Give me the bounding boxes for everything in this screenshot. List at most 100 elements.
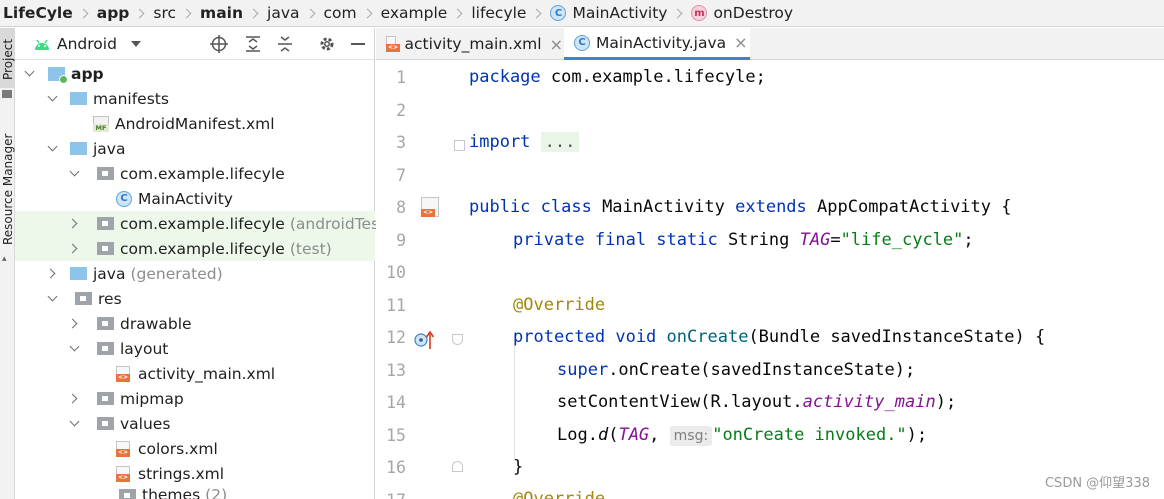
code-line-3[interactable]: import ... [469,132,580,152]
crumb-com[interactable]: com [324,4,357,22]
crumb-package[interactable]: lifecyle [471,4,526,22]
tree-item-layout[interactable]: layout [15,336,375,361]
locate-icon[interactable] [210,35,228,53]
crumb-class[interactable]: C MainActivity [550,4,667,22]
tab-label: activity_main.xml [404,35,542,53]
tab-main-activity-java[interactable]: C MainActivity.java × [564,28,750,60]
tree-item-colors-xml[interactable]: colors.xml [15,436,375,461]
tree-label-suffix: (test) [289,239,332,258]
chevron-down-icon[interactable] [69,341,80,352]
code-line-9[interactable]: private final static String TAG="life_cy… [513,230,974,250]
chevron-down-icon[interactable] [69,416,80,427]
folder-icon [97,317,114,330]
tree-item-java-generated[interactable]: java (generated) [15,261,375,286]
tree-label: values [120,414,171,433]
fold-expand-icon[interactable] [454,140,465,151]
tree-label: java [93,139,126,158]
crumb-example[interactable]: example [381,4,448,22]
xml-file-icon [386,36,401,52]
crumb-java[interactable]: java [267,4,299,22]
package-icon [97,242,114,255]
line-gutter: 1 2 3 7 8 9 10 11 12 13 14 15 16 17 [376,61,466,499]
expand-all-icon[interactable] [244,35,262,53]
tree-label: drawable [120,314,192,333]
manifest-file-icon [93,115,109,132]
indent-guide [514,334,515,459]
tree-item-package-android-test[interactable]: com.example.lifecyle (androidTest) [15,211,391,236]
tree-item-package-main[interactable]: com.example.lifecyle [15,161,375,186]
project-panel: Android app manifests AndroidManifest.xm… [15,28,391,499]
code-line-13[interactable]: super.onCreate(savedInstanceState); [557,360,915,380]
minimize-icon[interactable] [349,35,367,53]
line-number: 8 [396,198,406,217]
code-line-14[interactable]: setContentView(R.layout.activity_main); [557,392,956,412]
watermark: CSDN @仰望338 [1044,476,1150,491]
crumb-method[interactable]: m onDestroy [691,4,793,22]
tree-item-values[interactable]: values [15,411,375,436]
override-gutter-icon[interactable] [414,329,438,351]
line-number: 16 [386,458,406,477]
code-line-15[interactable]: Log.d(TAG, msg: "onCreate invoked."); [557,425,927,446]
crumb-project[interactable]: LifeCyle [3,4,73,22]
tree-item-activity-main-xml[interactable]: activity_main.xml [15,361,375,386]
chevron-right-icon[interactable] [67,243,78,254]
code-line-1[interactable]: package com.example.lifecyle; [469,67,766,87]
tree-item-themes[interactable]: themes (2) [15,486,375,499]
tree-item-package-test[interactable]: com.example.lifecyle (test) [15,236,375,261]
tree-label: MainActivity [138,189,233,208]
tree-label: AndroidManifest.xml [115,114,275,133]
tab-activity-main-xml[interactable]: activity_main.xml × [376,28,563,60]
chevron-right-icon[interactable] [67,393,78,404]
fold-collapse-icon[interactable] [452,334,463,345]
view-selector[interactable]: Android [57,35,117,53]
tree-item-java[interactable]: java [15,136,375,161]
chevron-right-icon[interactable] [45,268,56,279]
code-line-12[interactable]: protected void onCreate(Bundle savedInst… [513,327,1045,347]
code-editor: activity_main.xml × C MainActivity.java … [376,28,1164,499]
crumb-class-label: MainActivity [572,4,668,22]
code-line-16[interactable]: } [513,457,523,477]
folded-imports[interactable]: ... [540,132,580,152]
tree-item-drawable[interactable]: drawable [15,311,375,336]
tree-item-android-manifest[interactable]: AndroidManifest.xml [15,111,375,136]
chevron-down-icon[interactable] [47,141,58,152]
chevron-down-icon[interactable] [24,66,35,77]
tree-item-app[interactable]: app [15,61,375,86]
resource-manager-tool-tab[interactable]: Resource Manager [0,123,15,253]
tree-item-res[interactable]: res [15,286,375,311]
close-icon[interactable]: × [550,35,563,54]
tree-item-strings-xml[interactable]: strings.xml [15,461,375,486]
chevron-down-icon[interactable] [69,166,80,177]
class-icon: C [574,34,590,51]
class-icon: C [550,5,567,21]
tree-item-manifests[interactable]: manifests [15,86,375,111]
tree-item-mipmap[interactable]: mipmap [15,386,375,411]
chevron-right-icon[interactable] [67,218,78,229]
tree-item-main-activity[interactable]: C MainActivity [15,186,375,211]
parameter-hint: msg: [669,426,713,446]
package-icon [97,167,114,180]
chevron-right-icon [248,8,259,18]
chevron-down-icon[interactable] [47,291,58,302]
crumb-src[interactable]: src [153,4,176,22]
crumb-module[interactable]: app [97,4,130,22]
tree-label: mipmap [120,389,184,408]
tree-label: manifests [93,89,169,108]
chevron-down-icon[interactable] [47,91,58,102]
fold-collapse-icon[interactable] [452,461,463,472]
tree-label-suffix: (2) [205,486,228,499]
layout-resource-gutter-icon[interactable] [417,195,441,219]
line-number: 2 [396,101,406,120]
close-icon[interactable]: × [734,33,747,52]
chevron-down-icon[interactable] [130,40,141,47]
project-tool-tab-label: Project [1,38,15,80]
project-tool-tab[interactable]: Project [0,28,15,88]
chevron-right-icon[interactable] [67,318,78,329]
code-line-17[interactable]: @Override [513,489,605,499]
crumb-main[interactable]: main [200,4,243,22]
code-line-11[interactable]: @Override [513,295,605,315]
collapse-all-icon[interactable] [276,35,294,53]
folder-icon [97,342,114,355]
gear-icon[interactable] [318,35,336,53]
code-line-8[interactable]: public class MainActivity extends AppCom… [469,197,1011,217]
